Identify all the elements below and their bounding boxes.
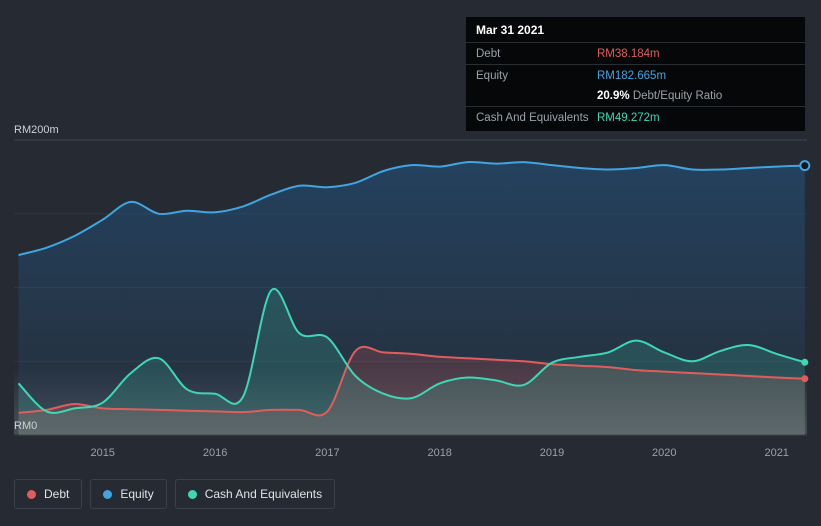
tooltip-date: Mar 31 2021 (476, 23, 545, 37)
app-root: RM200m RM0 2015 2016 2017 2018 2019 2020 2021 Ma… (0, 0, 821, 526)
equity-endpoint-marker (799, 160, 811, 172)
x-axis-tick-label: 2021 (764, 447, 788, 459)
legend-item-cash[interactable]: Cash And Equivalents (174, 479, 336, 509)
x-axis-tick-label: 2018 (427, 447, 451, 459)
tooltip-debt-row: Debt RM38.184m (466, 42, 805, 64)
legend-item-label: Debt (44, 487, 70, 501)
y-axis-bottom-label: RM0 (14, 420, 37, 432)
tooltip-equity-value: RM182.665m (597, 70, 667, 82)
x-axis-tick-label: 2015 (90, 447, 114, 459)
legend-item-debt[interactable]: Debt (14, 479, 83, 509)
legend: Debt Equity Cash And Equivalents (14, 479, 336, 509)
x-axis-tick-label: 2019 (540, 447, 564, 459)
tooltip-ratio-row: 20.9% Debt/Equity Ratio (466, 86, 805, 106)
debt-endpoint-marker (801, 375, 809, 383)
tooltip-debt-label: Debt (476, 48, 501, 60)
y-axis-top-label: RM200m (14, 124, 59, 136)
tooltip-cash-value: RM49.272m (597, 112, 660, 124)
tooltip-cash-row: Cash And Equivalents RM49.272m (466, 106, 805, 131)
cash-color-dot (187, 489, 197, 499)
tooltip-ratio-value: 20.9% (597, 90, 630, 102)
legend-item-label: Cash And Equivalents (204, 487, 323, 501)
chart-tooltip: Mar 31 2021 Debt RM38.184m Equity RM182.… (466, 17, 805, 131)
tooltip-ratio-suffix: Debt/Equity Ratio (632, 90, 723, 102)
tooltip-equity-label: Equity (476, 70, 508, 82)
tooltip-cash-label: Cash And Equivalents (476, 112, 589, 124)
x-axis-tick-label: 2017 (315, 447, 339, 459)
tooltip-debt-value: RM38.184m (597, 48, 660, 60)
legend-item-label: Equity (120, 487, 154, 501)
cash-endpoint-marker (801, 358, 809, 366)
tooltip-ratio-value-group: 20.9% Debt/Equity Ratio (597, 89, 795, 103)
legend-item-equity[interactable]: Equity (90, 479, 167, 509)
x-axis-tick-label: 2016 (203, 447, 227, 459)
x-axis-tick-label: 2020 (652, 447, 676, 459)
equity-color-dot (103, 489, 113, 499)
debt-color-dot (27, 489, 36, 499)
tooltip-equity-row: Equity RM182.665m (466, 64, 805, 86)
